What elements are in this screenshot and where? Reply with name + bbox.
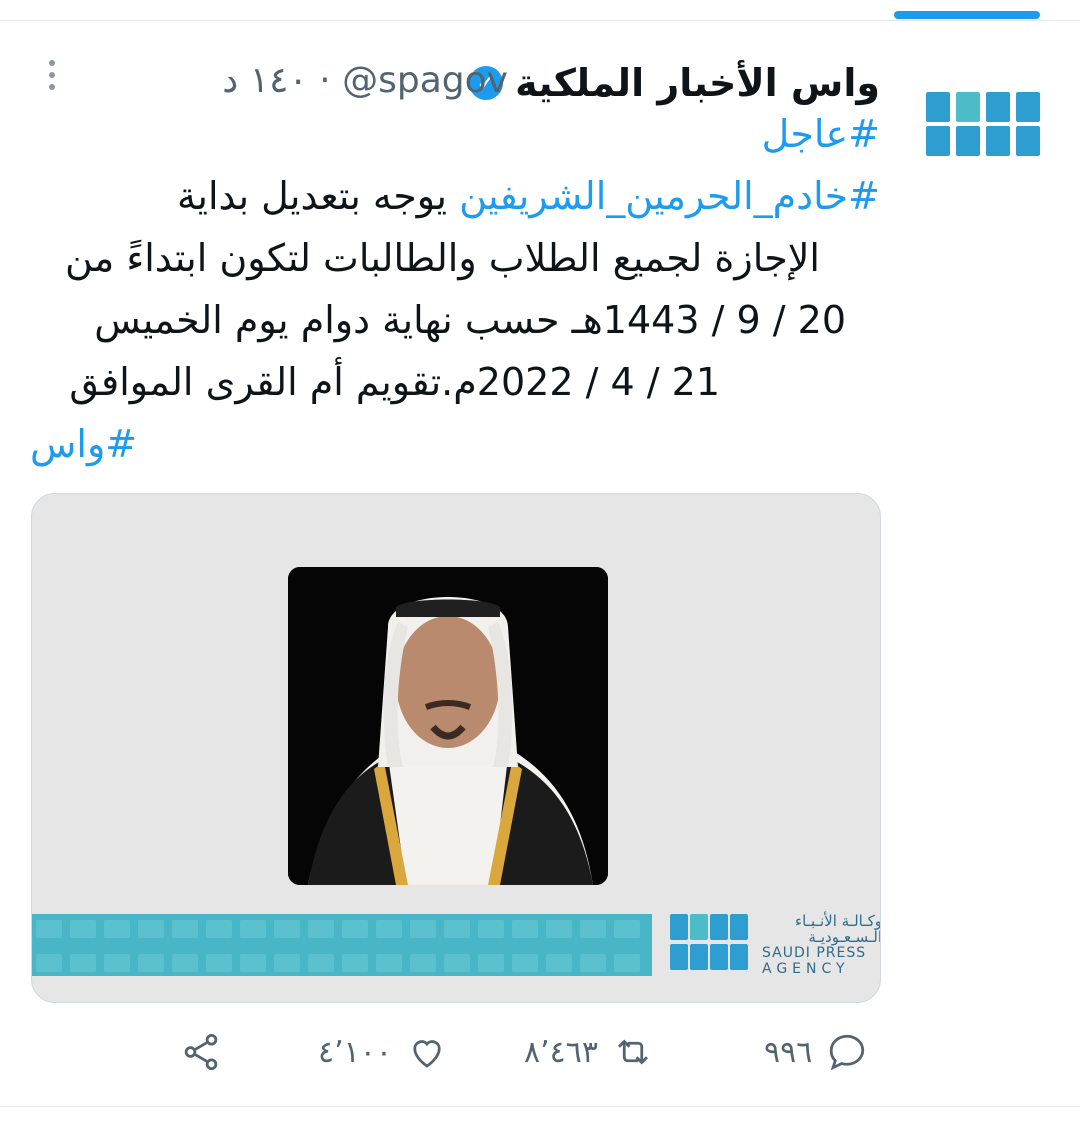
tweet-header: واس الأخبار الملكية ✓ (469, 56, 880, 110)
handle-label[interactable]: @spagov (342, 60, 508, 101)
meta-separator: · (319, 60, 331, 101)
agency-name-en-1: SAUDI PRESS (762, 945, 867, 961)
media-card[interactable]: وكـالـة الأنـبـاء الـسـعـوديـة SAUDI PRE… (31, 493, 881, 1003)
retweet-button[interactable]: ٨٬٤٦٣ (524, 1031, 654, 1073)
hashtag-custodian[interactable]: #خادم_الحرمين_الشريفين (459, 174, 880, 218)
share-button[interactable] (180, 1031, 222, 1073)
retweet-count: ٨٬٤٦٣ (524, 1034, 598, 1070)
reply-button[interactable]: ٩٩٦ (764, 1031, 868, 1073)
portrait-image (288, 567, 608, 885)
retweet-icon (618, 1039, 648, 1065)
tweet-line-1: #خادم_الحرمين_الشريفين يوجه بتعديل بداية (177, 174, 880, 218)
tweet-line-2: الإجازة لجميع الطلاب والطالبات لتكون ابت… (64, 236, 820, 280)
reply-icon (830, 1034, 865, 1071)
scroll-indicator[interactable] (894, 11, 1040, 19)
top-divider (0, 20, 1080, 21)
share-icon (184, 1033, 218, 1071)
tweet-line-1-text: يوجه بتعديل بداية (177, 174, 447, 218)
spa-logo-bottom (926, 126, 1040, 156)
tweet-actions: ٩٩٦ ٨٬٤٦٣ ٤٬١٠٠ (0, 1031, 1080, 1081)
agency-name: وكـالـة الأنـبـاء الـسـعـوديـة SAUDI PRE… (762, 912, 881, 977)
tweet-meta: ١٤٠ د · @spagov (222, 60, 508, 101)
spa-pattern-stripe (32, 914, 652, 976)
spa-logo (670, 912, 750, 974)
spa-logo-top (926, 92, 1040, 122)
time-label[interactable]: ١٤٠ د (222, 60, 308, 101)
agency-name-en-2: AGENCY (762, 961, 850, 977)
heart-icon (413, 1040, 441, 1068)
avatar[interactable] (916, 84, 1040, 170)
display-name[interactable]: واس الأخبار الملكية (515, 61, 880, 105)
hashtag-urgent[interactable]: #عاجل (762, 112, 880, 156)
bottom-divider (0, 1106, 1080, 1107)
tweet-line-4: 21 / 4 / 2022م.تقويم أم القرى الموافق (69, 360, 720, 404)
tweet-line-3: 20 / 9 / 1443هـ حسب نهاية دوام يوم الخمي… (94, 298, 846, 342)
hashtag-spa[interactable]: #واس (30, 422, 137, 466)
more-options-icon[interactable] (44, 60, 60, 94)
agency-name-ar-1: وكـالـة الأنـبـاء (795, 912, 881, 930)
like-button[interactable]: ٤٬١٠٠ (318, 1031, 448, 1073)
reply-count: ٩٩٦ (764, 1034, 813, 1070)
agency-name-ar-2: الـسـعـوديـة (808, 928, 881, 946)
like-count: ٤٬١٠٠ (318, 1034, 392, 1070)
